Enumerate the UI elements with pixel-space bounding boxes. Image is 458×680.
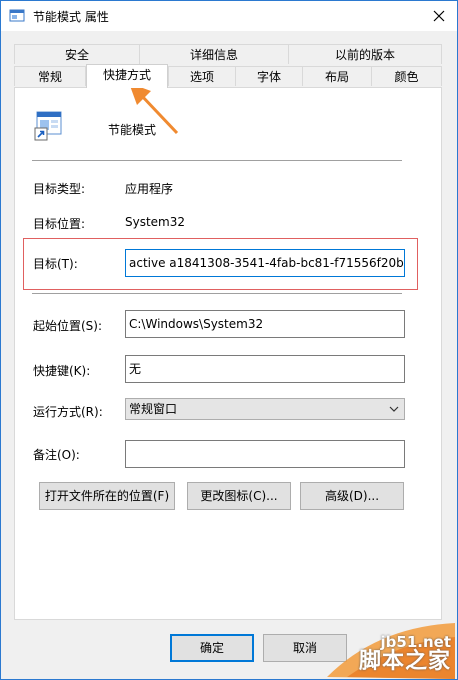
tab-previous-versions[interactable]: 以前的版本 <box>288 44 442 64</box>
target-type-label: 目标类型: <box>33 182 86 196</box>
shortcut-app-icon <box>9 9 25 22</box>
close-icon <box>433 10 445 22</box>
tab-layout[interactable]: 布局 <box>302 66 372 86</box>
close-button[interactable] <box>421 1 457 31</box>
comment-input[interactable] <box>125 440 405 468</box>
tab-details[interactable]: 详细信息 <box>139 44 289 64</box>
properties-dialog: 节能模式 属性 安全 详细信息 以前的版本 常规 快捷方式 选项 字体 布局 颜… <box>0 0 458 680</box>
tab-colors[interactable]: 颜色 <box>371 66 442 86</box>
divider-top <box>32 160 402 161</box>
shortcut-tab-panel: 节能模式 目标类型: 应用程序 目标位置: System32 目标(T): ac… <box>14 87 442 620</box>
tab-font[interactable]: 字体 <box>235 66 303 86</box>
tabs-row-top: 安全 详细信息 以前的版本 <box>14 44 442 65</box>
chevron-down-icon <box>389 406 399 412</box>
hotkey-input[interactable]: 无 <box>125 355 405 383</box>
run-select[interactable]: 常规窗口 <box>125 398 405 420</box>
tab-general[interactable]: 常规 <box>14 66 86 86</box>
start-in-input[interactable]: C:\Windows\System32 <box>125 310 405 338</box>
run-label: 运行方式(R): <box>33 405 103 419</box>
target-location-value: System32 <box>125 215 186 229</box>
tabs-row-bottom: 常规 快捷方式 选项 字体 布局 颜色 <box>14 64 442 88</box>
change-icon-button[interactable]: 更改图标(C)... <box>187 482 291 510</box>
target-type-value: 应用程序 <box>125 182 174 196</box>
start-in-label: 起始位置(S): <box>33 319 103 333</box>
app-large-icon <box>34 111 62 141</box>
annotation-arrow-icon <box>129 83 179 135</box>
watermark-name: 脚本之家 <box>358 649 451 674</box>
target-location-label: 目标位置: <box>33 217 86 231</box>
run-select-value: 常规窗口 <box>129 402 178 416</box>
tab-security[interactable]: 安全 <box>14 44 140 64</box>
ok-button[interactable]: 确定 <box>170 634 254 662</box>
window-title: 节能模式 属性 <box>33 10 109 24</box>
title-bar: 节能模式 属性 <box>1 1 457 31</box>
divider-middle <box>32 293 402 294</box>
open-file-location-button[interactable]: 打开文件所在的位置(F) <box>39 482 175 510</box>
site-watermark: jb51.net 脚本之家 <box>317 617 457 679</box>
tab-shortcut[interactable]: 快捷方式 <box>86 64 168 88</box>
hotkey-label: 快捷键(K): <box>33 364 91 378</box>
advanced-button[interactable]: 高级(D)... <box>300 482 404 510</box>
comment-label: 备注(O): <box>33 448 80 462</box>
target-highlight-box <box>23 238 418 290</box>
